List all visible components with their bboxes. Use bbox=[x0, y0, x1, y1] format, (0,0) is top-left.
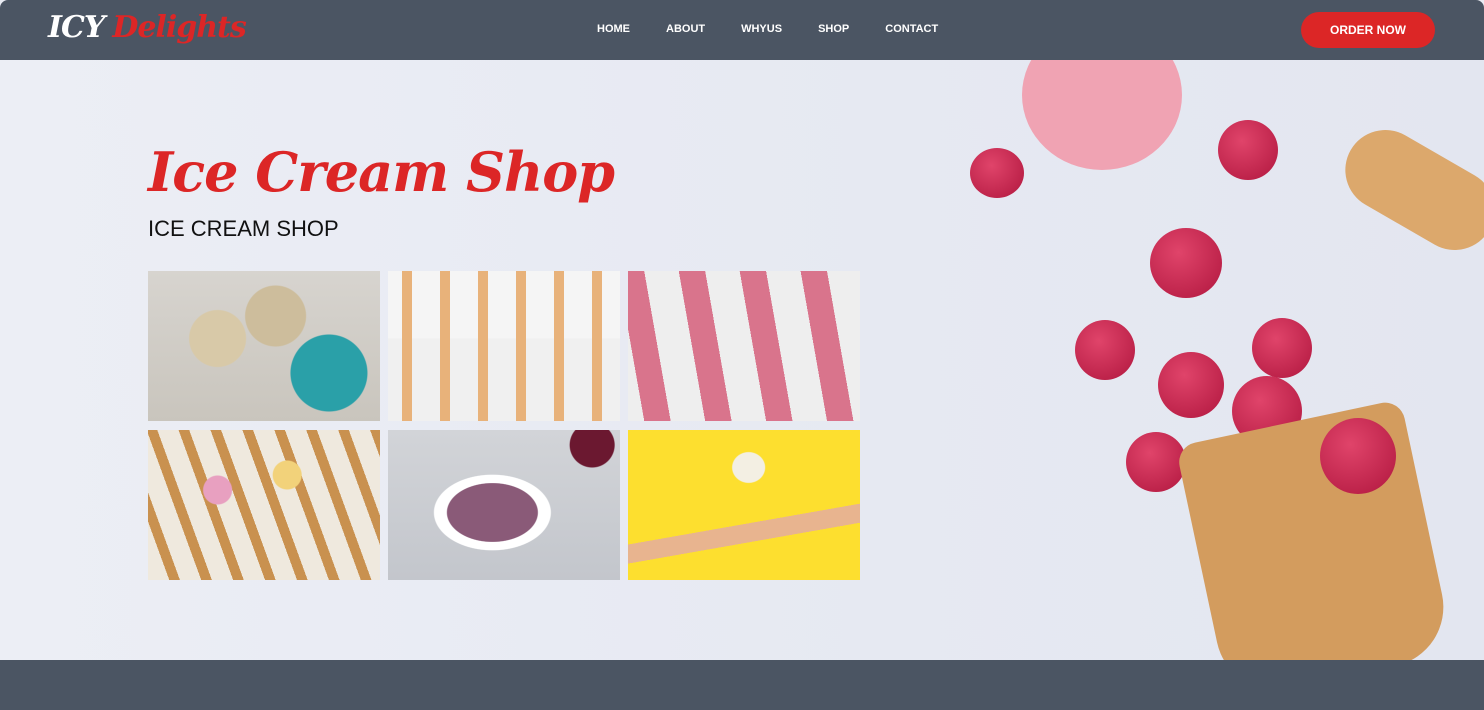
raspberry bbox=[1252, 318, 1312, 378]
gallery-image-ice-cream-bowls[interactable] bbox=[148, 271, 380, 421]
page-title: Ice Cream Shop bbox=[148, 140, 615, 204]
gallery-image-blueberry-bowl[interactable] bbox=[388, 430, 620, 580]
nav-whyus[interactable]: WHYUS bbox=[741, 23, 782, 35]
raspberry bbox=[1075, 320, 1135, 380]
raspberry bbox=[1320, 418, 1396, 494]
nav-about[interactable]: ABOUT bbox=[666, 23, 705, 35]
main-nav: HOME ABOUT WHYUS SHOP CONTACT bbox=[597, 23, 974, 35]
logo-icy: ICY bbox=[48, 10, 105, 45]
gallery-image-flower-cones[interactable] bbox=[148, 430, 380, 580]
raspberry bbox=[1150, 228, 1222, 298]
gallery-image-hand-holding-cone[interactable] bbox=[628, 430, 860, 580]
logo[interactable]: ICY Delights bbox=[48, 10, 247, 45]
raspberry bbox=[970, 148, 1024, 198]
order-now-button[interactable]: ORDER NOW bbox=[1301, 12, 1435, 48]
gallery-image-popsicles[interactable] bbox=[628, 271, 860, 421]
header: ICY Delights HOME ABOUT WHYUS SHOP CONTAC… bbox=[0, 0, 1484, 60]
waffle-cone bbox=[1330, 115, 1484, 265]
ice-cream-scoop bbox=[1022, 60, 1182, 170]
raspberry bbox=[1126, 432, 1186, 492]
nav-contact[interactable]: CONTACT bbox=[885, 23, 938, 35]
gallery-image-strawberry-cones[interactable] bbox=[388, 271, 620, 421]
nav-shop[interactable]: SHOP bbox=[818, 23, 849, 35]
raspberry bbox=[1218, 120, 1278, 180]
logo-delights: Delights bbox=[112, 10, 246, 45]
waffle-cone bbox=[1175, 398, 1455, 660]
gallery-grid bbox=[148, 271, 860, 580]
hero-raspberries-ice-cream-image bbox=[960, 60, 1484, 660]
footer bbox=[0, 660, 1484, 710]
page-subtitle: ICE CREAM SHOP bbox=[148, 216, 339, 241]
raspberry bbox=[1158, 352, 1224, 418]
nav-home[interactable]: HOME bbox=[597, 23, 630, 35]
